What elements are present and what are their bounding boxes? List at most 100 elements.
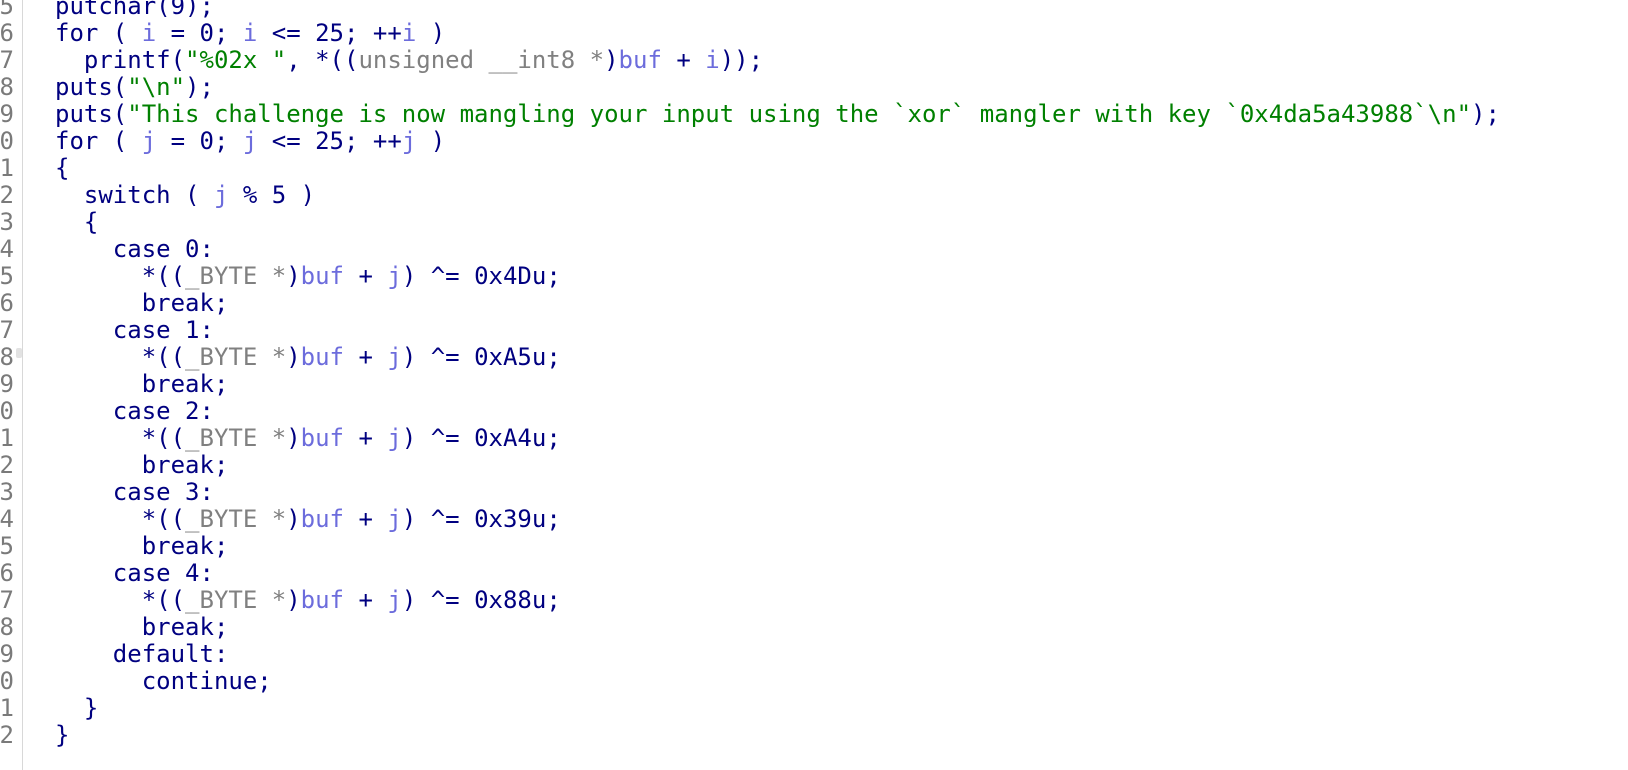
code-line[interactable]: *((_BYTE *)buf + j) ^= 0x88u; — [55, 586, 561, 614]
code-token-keyword: ) — [604, 46, 619, 74]
code-token-keyword: ); — [185, 73, 214, 101]
code-token-keyword: ) ^= 0xA4u; — [401, 424, 561, 452]
code-token-keyword: puts( — [55, 100, 128, 128]
code-line[interactable]: { — [55, 154, 69, 182]
line-number: 0 — [0, 127, 14, 155]
code-line[interactable]: printf("%02x ", *((unsigned __int8 *)buf… — [55, 46, 763, 74]
code-token-keyword: } — [55, 694, 99, 722]
code-token-string: "\n" — [127, 73, 186, 101]
code-token-keyword: + — [344, 262, 388, 290]
code-line[interactable]: } — [55, 721, 69, 749]
code-token-keyword: putchar(9); — [55, 0, 214, 20]
code-token-keyword: ) — [286, 262, 301, 290]
code-token-keyword: ) — [286, 343, 301, 371]
code-line[interactable]: break; — [55, 370, 229, 398]
code-token-type: _BYTE * — [185, 262, 287, 290]
code-line[interactable]: break; — [55, 451, 229, 479]
code-token-string: "This challenge is now mangling your inp… — [127, 100, 1472, 128]
line-number: 5 — [0, 532, 14, 560]
code-line[interactable]: case 4: — [55, 559, 214, 587]
code-token-keyword: + — [661, 46, 706, 74]
code-line[interactable]: for ( j = 0; j <= 25; ++j ) — [55, 127, 445, 155]
code-token-keyword: ) ^= 0x39u; — [401, 505, 561, 533]
code-token-variable: j — [141, 127, 157, 155]
code-token-keyword: puts( — [55, 73, 128, 101]
code-token-variable: j — [242, 127, 258, 155]
line-number: 7 — [0, 46, 14, 74]
line-number: 0 — [0, 667, 14, 695]
code-line[interactable]: *((_BYTE *)buf + j) ^= 0xA5u; — [55, 343, 561, 371]
line-number: 8 — [0, 343, 14, 371]
code-token-variable: buf — [300, 505, 345, 533]
line-number: 6 — [0, 559, 14, 587]
line-number: 7 — [0, 586, 14, 614]
code-line[interactable]: *((_BYTE *)buf + j) ^= 0x39u; — [55, 505, 561, 533]
code-line[interactable]: case 0: — [55, 235, 214, 263]
code-token-keyword: case 0: — [55, 235, 214, 263]
line-number: 1 — [0, 694, 14, 722]
code-line[interactable]: break; — [55, 289, 229, 317]
line-number: 2 — [0, 451, 14, 479]
code-token-string: "%02x " — [185, 46, 287, 74]
code-token-keyword: % 5 ) — [228, 181, 316, 209]
line-number: 9 — [0, 370, 14, 398]
code-token-variable: buf — [300, 262, 345, 290]
code-token-keyword: *(( — [55, 505, 186, 533]
code-token-keyword: for ( — [55, 19, 142, 47]
code-token-keyword: break; — [55, 451, 229, 479]
code-line[interactable]: continue; — [55, 667, 272, 695]
code-token-keyword: ); — [1471, 100, 1500, 128]
code-line[interactable]: *((_BYTE *)buf + j) ^= 0x4Du; — [55, 262, 561, 290]
code-token-keyword: continue; — [55, 667, 272, 695]
code-token-keyword: ) — [416, 127, 446, 155]
code-line[interactable]: case 1: — [55, 316, 214, 344]
fold-marker[interactable] — [16, 348, 22, 358]
code-line[interactable]: break; — [55, 532, 229, 560]
code-token-keyword: case 3: — [55, 478, 214, 506]
code-token-variable: j — [387, 586, 402, 614]
code-token-keyword: <= 25; ++ — [257, 19, 402, 47]
code-token-type: unsigned __int8 * — [358, 46, 605, 74]
line-number: 5 — [0, 262, 14, 290]
gutter-divider — [22, 0, 23, 770]
code-token-keyword: default: — [55, 640, 229, 668]
code-line[interactable]: *((_BYTE *)buf + j) ^= 0xA4u; — [55, 424, 561, 452]
code-token-keyword: break; — [55, 532, 229, 560]
code-line[interactable]: puts("This challenge is now mangling you… — [55, 100, 1500, 128]
line-number: 5 — [0, 0, 14, 20]
code-token-keyword: ) — [286, 505, 301, 533]
code-token-keyword: ) — [286, 586, 301, 614]
code-token-keyword: + — [344, 343, 388, 371]
code-token-type: _BYTE * — [185, 424, 287, 452]
code-line[interactable]: for ( i = 0; i <= 25; ++i ) — [55, 19, 445, 47]
line-number: 6 — [0, 289, 14, 317]
code-token-keyword: break; — [55, 613, 229, 641]
code-token-type: _BYTE * — [185, 505, 287, 533]
code-token-variable: i — [705, 46, 720, 74]
code-token-keyword: case 2: — [55, 397, 214, 425]
code-token-keyword: + — [344, 424, 388, 452]
code-token-keyword: + — [344, 505, 388, 533]
code-line[interactable]: puts("\n"); — [55, 73, 214, 101]
code-line[interactable]: switch ( j % 5 ) — [55, 181, 315, 209]
code-line[interactable]: } — [55, 694, 98, 722]
line-number: 8 — [0, 73, 14, 101]
code-line[interactable]: putchar(9); — [55, 0, 214, 20]
code-line[interactable]: break; — [55, 613, 229, 641]
code-token-keyword: ) ^= 0x88u; — [401, 586, 561, 614]
code-editor[interactable]: putchar(9); for ( i = 0; i <= 25; ++i ) p… — [55, 0, 1628, 770]
line-number: 1 — [0, 424, 14, 452]
code-token-keyword: ) ^= 0xA5u; — [401, 343, 561, 371]
line-number: 1 — [0, 154, 14, 182]
code-token-keyword: break; — [55, 370, 229, 398]
code-token-variable: i — [242, 19, 258, 47]
code-line[interactable]: case 3: — [55, 478, 214, 506]
code-line[interactable]: default: — [55, 640, 229, 668]
line-number: 2 — [0, 181, 14, 209]
code-token-keyword: switch ( — [55, 181, 214, 209]
code-token-keyword: )); — [719, 46, 764, 74]
code-line[interactable]: { — [55, 208, 98, 236]
code-token-variable: j — [387, 343, 402, 371]
code-line[interactable]: case 2: — [55, 397, 214, 425]
code-token-keyword: ) ^= 0x4Du; — [401, 262, 561, 290]
